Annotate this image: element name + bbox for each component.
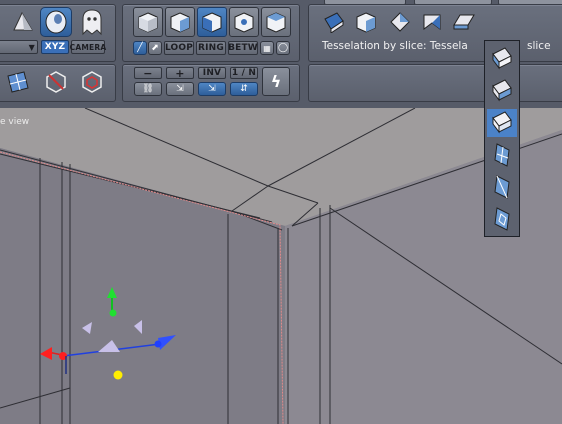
hexagon-cross-icon <box>46 71 66 93</box>
dropdown-item-4[interactable] <box>487 141 517 169</box>
grid-select-button[interactable]: ▦ <box>260 41 274 55</box>
dropdown-item-6[interactable] <box>487 205 517 233</box>
grid-icon: ▦ <box>263 43 271 53</box>
xyz-button[interactable]: XYZ <box>41 40 69 54</box>
camera-button[interactable]: CAMERA <box>70 40 106 54</box>
ghost-icon <box>82 9 102 36</box>
tess-slab-icon <box>453 14 475 30</box>
sphere-tool-button[interactable] <box>40 7 72 37</box>
select-cube-object-button[interactable] <box>261 7 291 37</box>
viewport-label: e view <box>0 117 30 127</box>
circle-icon: ◯ <box>277 43 289 53</box>
tess-tool-2-button[interactable] <box>352 9 380 35</box>
betw-button[interactable]: BETW <box>228 41 258 55</box>
cube-icon <box>138 12 158 33</box>
cube-face-icon <box>202 12 222 33</box>
dropdown-item-3[interactable] <box>487 109 517 137</box>
arrow-down-icon: ⇵ <box>240 84 248 94</box>
hexagon-shape-icon <box>82 71 102 93</box>
arrow-active-icon: ⇲ <box>208 84 216 94</box>
cube-edge-icon <box>170 12 190 33</box>
dropdown-item-1[interactable] <box>487 45 517 73</box>
invert-selection-button[interactable]: INV <box>198 67 226 79</box>
mode-2-button[interactable]: ⇲ <box>166 82 194 96</box>
chevron-down-icon: ▼ <box>28 42 35 52</box>
tab-1[interactable] <box>324 0 406 5</box>
dropdown-item-2[interactable] <box>487 77 517 105</box>
tess-tool-3-button[interactable] <box>386 9 414 35</box>
arrow-shape-icon: ⇲ <box>176 84 184 94</box>
right-lower-panel <box>308 64 562 102</box>
grow-selection-button[interactable]: + <box>166 67 194 80</box>
slice-icon-5 <box>494 175 510 199</box>
lasso-select-button[interactable]: ⬈ <box>148 41 162 55</box>
slice-icon-3 <box>492 111 512 134</box>
shape-tool-2-button[interactable] <box>76 67 108 97</box>
slice-icon-6 <box>494 207 510 231</box>
tess-tool-5-button[interactable] <box>450 9 478 35</box>
tab-2[interactable] <box>414 0 492 5</box>
grid-tool-button[interactable] <box>2 67 34 97</box>
slice-icon-4 <box>494 143 510 167</box>
select-cube-face-button[interactable] <box>197 7 227 37</box>
loop-button[interactable]: LOOP <box>164 41 194 55</box>
lightning-icon: ϟ <box>270 72 282 91</box>
mode-dropdown[interactable]: ▼ <box>0 40 38 54</box>
ghost-tool-button[interactable] <box>76 7 108 37</box>
tess-diamond-icon <box>390 12 410 32</box>
paint-select-button[interactable]: ╱ <box>133 41 147 55</box>
cone-tool-button[interactable] <box>8 8 38 36</box>
mesh-grid-icon <box>7 71 29 93</box>
mode-1-button[interactable]: ⛓ <box>134 82 162 96</box>
ring-button[interactable]: RING <box>196 41 226 55</box>
torus-icon <box>45 10 67 34</box>
lightning-button[interactable]: ϟ <box>262 67 290 96</box>
lasso-icon: ⬈ <box>151 43 159 53</box>
3d-viewport[interactable] <box>0 108 562 424</box>
slice-icon-1 <box>492 47 512 70</box>
status-text-tail: slice <box>527 40 551 52</box>
one-n-button[interactable]: 1 / N <box>230 67 258 79</box>
tess-tool-4-button[interactable] <box>418 9 446 35</box>
select-cube-vertex-button[interactable] <box>229 7 259 37</box>
link-icon: ⛓ <box>142 84 154 94</box>
box-mesh <box>0 108 562 424</box>
shape-tool-button[interactable] <box>40 67 72 97</box>
slice-icon-2 <box>492 79 512 102</box>
tess-plane-icon <box>324 12 344 33</box>
tab-3[interactable] <box>498 0 562 5</box>
circle-select-button[interactable]: ◯ <box>276 41 290 55</box>
shrink-selection-button[interactable]: − <box>134 67 162 80</box>
select-cube-button[interactable] <box>133 7 163 37</box>
mode-4-button[interactable]: ⇵ <box>230 82 258 96</box>
select-cube-edge-button[interactable] <box>165 7 195 37</box>
dropdown-item-5[interactable] <box>487 173 517 201</box>
cube-object-icon <box>266 12 286 33</box>
cube-vertex-icon <box>234 12 254 33</box>
tess-tool-1-button[interactable] <box>320 9 348 35</box>
mode-3-button[interactable]: ⇲ <box>198 82 226 96</box>
tess-cube-icon <box>356 12 376 33</box>
brush-icon: ╱ <box>137 43 143 53</box>
tesselation-dropdown <box>484 40 520 237</box>
tess-shape-icon <box>423 14 441 30</box>
top-toolbar: ▼ XYZ CAMERA ╱ ⬈ LOOP RING BETW ▦ ◯ Tess… <box>0 0 562 108</box>
status-text: Tesselation by slice: Tessela <box>322 40 468 52</box>
cone-icon <box>13 11 33 31</box>
